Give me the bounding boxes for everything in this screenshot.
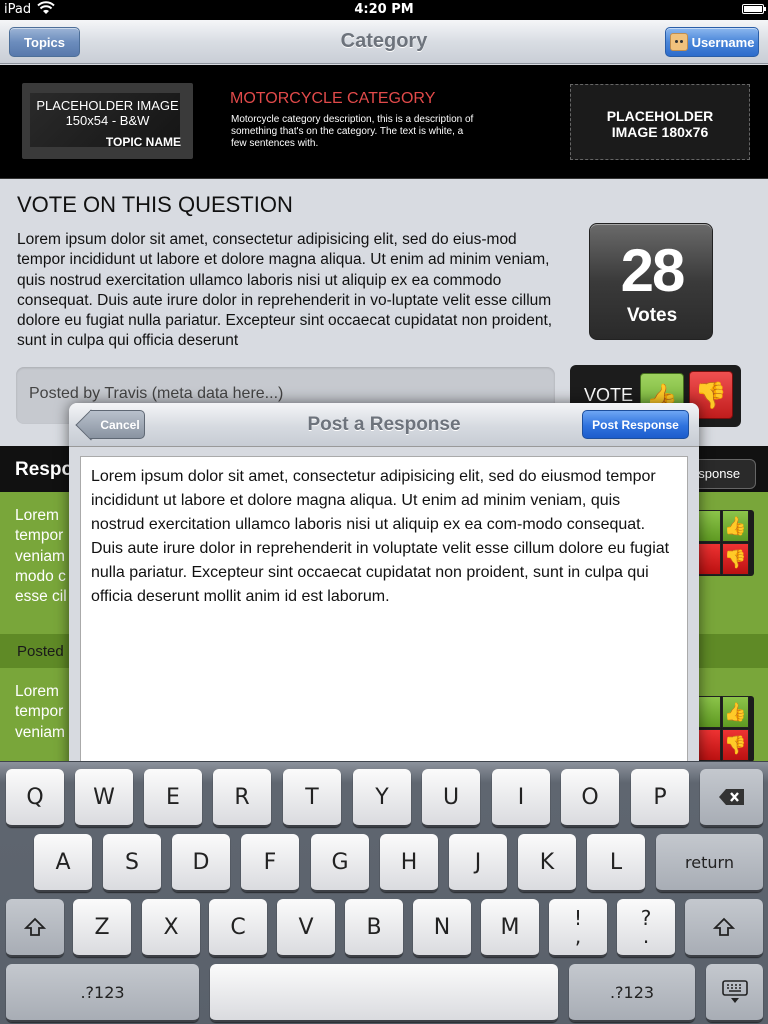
topic-placeholder-image: PLACEHOLDER IMAGE 150x54 - B&W TOPIC NAM… [22,83,193,159]
vote-count: 28 [620,237,686,304]
key-t[interactable]: T [283,769,341,827]
thumbs-up-icon[interactable]: 👍 [722,510,749,542]
delete-icon [718,789,744,805]
key-b[interactable]: B [345,899,403,957]
question-heading: VOTE ON THIS QUESTION [17,192,293,217]
modal-header: Cancel Post a Response Post Response [69,403,699,447]
key-v[interactable]: V [277,899,335,957]
shift-icon [713,917,735,936]
key-period-label: . [642,924,650,948]
key-h[interactable]: H [380,834,438,892]
navigation-bar: Topics Category Username [0,20,768,64]
post-response-modal: Cancel Post a Response Post Response Lor… [69,403,699,773]
placeholder-image-text: PLACEHOLDER IMAGE 180x76 [571,108,749,140]
key-c[interactable]: C [209,899,267,957]
key-i[interactable]: I [492,769,550,827]
response-posted-by: Posted [17,643,64,660]
category-placeholder-image: PLACEHOLDER IMAGE 180x76 [570,84,750,160]
key-p[interactable]: P [631,769,689,827]
thumbs-down-icon[interactable]: 👎 [722,543,749,575]
key-k[interactable]: K [518,834,576,892]
category-description: Motorcycle category description, this is… [231,114,474,149]
shift-key-right[interactable] [685,899,763,957]
numbers-key-right[interactable]: .?123 [569,964,695,1022]
posted-by-text: Posted by Travis (meta data here...) [29,385,284,402]
key-m[interactable]: M [481,899,539,957]
key-d[interactable]: D [172,834,230,892]
topic-name: TOPIC NAME [105,135,181,149]
key-f[interactable]: F [241,834,299,892]
key-comma-label: , [574,924,582,948]
placeholder-right-line2: IMAGE 180x76 [611,124,709,140]
hide-keyboard-key[interactable] [706,964,763,1022]
response-text: Lorem tempor veniam [15,683,65,741]
key-o[interactable]: O [561,769,619,827]
username-label: Username [691,34,755,50]
vote-count-label: Votes [626,305,678,326]
key-u[interactable]: U [422,769,480,827]
responses-title: Respo [15,459,74,480]
placeholder-text-2: 150x54 - B&W [65,113,150,128]
placeholder-right-line1: PLACEHOLDER [606,108,714,124]
space-key[interactable] [210,964,558,1022]
battery-icon [742,4,766,14]
key-w[interactable]: W [75,769,133,827]
response-vote-control: 👍 👎 [694,510,754,576]
key-g[interactable]: G [311,834,369,892]
key-question-period[interactable]: ? . [617,899,675,957]
key-j[interactable]: J [449,834,507,892]
key-n[interactable]: N [413,899,471,957]
app-screen: iPad 4:20 PM Topics Category Username PL… [0,0,768,1024]
vote-count-box: 28 Votes [589,223,713,340]
onscreen-keyboard: Q W E R T Y U I O P A S D F G H J K L re… [0,761,768,1024]
key-x[interactable]: X [142,899,200,957]
key-exclaim-comma[interactable]: ! , [549,899,607,957]
clock: 4:20 PM [354,2,414,17]
category-title: MOTORCYCLE CATEGORY [230,90,436,107]
delete-key[interactable] [700,769,763,827]
shift-icon [24,917,46,936]
status-bar: iPad 4:20 PM [0,0,768,20]
post-response-button[interactable]: Post Response [582,410,689,439]
cancel-button[interactable]: Cancel [90,410,145,439]
avatar-icon [669,33,688,51]
question-body: Lorem ipsum dolor sit amet, consectetur … [17,231,553,350]
key-l[interactable]: L [587,834,645,892]
username-button[interactable]: Username [665,27,759,57]
response-vote-control: 👍 👎 [694,696,754,762]
response-text-area[interactable]: Lorem ipsum dolor sit amet, consectetur … [80,456,688,773]
key-s[interactable]: S [103,834,161,892]
key-y[interactable]: Y [353,769,411,827]
response-text: Lorem tempor veniam modo c esse cil [15,507,67,606]
key-e[interactable]: E [144,769,202,827]
key-a[interactable]: A [34,834,92,892]
key-z[interactable]: Z [73,899,131,957]
key-r[interactable]: R [213,769,271,827]
thumbs-down-icon[interactable]: 👎 [722,729,749,761]
numbers-key-left[interactable]: .?123 [6,964,199,1022]
category-header: PLACEHOLDER IMAGE 150x54 - B&W TOPIC NAM… [0,65,768,179]
shift-key-left[interactable] [6,899,64,957]
hide-keyboard-icon [721,980,748,1003]
thumbs-up-icon[interactable]: 👍 [722,696,749,728]
key-q[interactable]: Q [6,769,64,827]
page-title: Category [340,30,428,52]
return-key[interactable]: return [656,834,763,892]
placeholder-text-1: PLACEHOLDER IMAGE [36,98,179,113]
